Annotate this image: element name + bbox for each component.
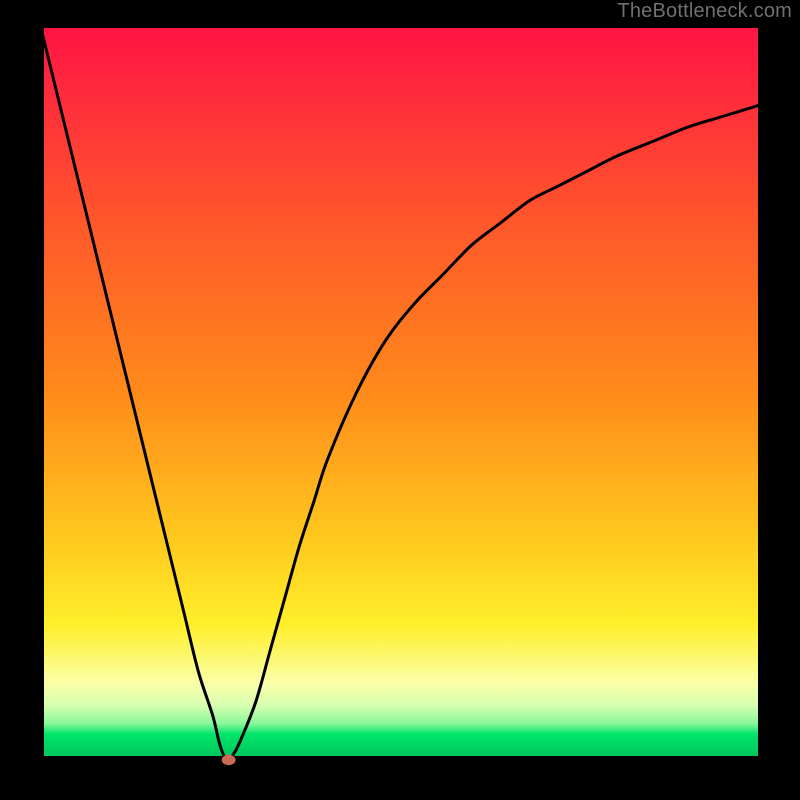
chart-svg [0, 0, 800, 800]
chart-container: TheBottleneck.com [0, 0, 800, 800]
watermark-text: TheBottleneck.com [617, 0, 792, 23]
trough-marker [222, 755, 236, 765]
